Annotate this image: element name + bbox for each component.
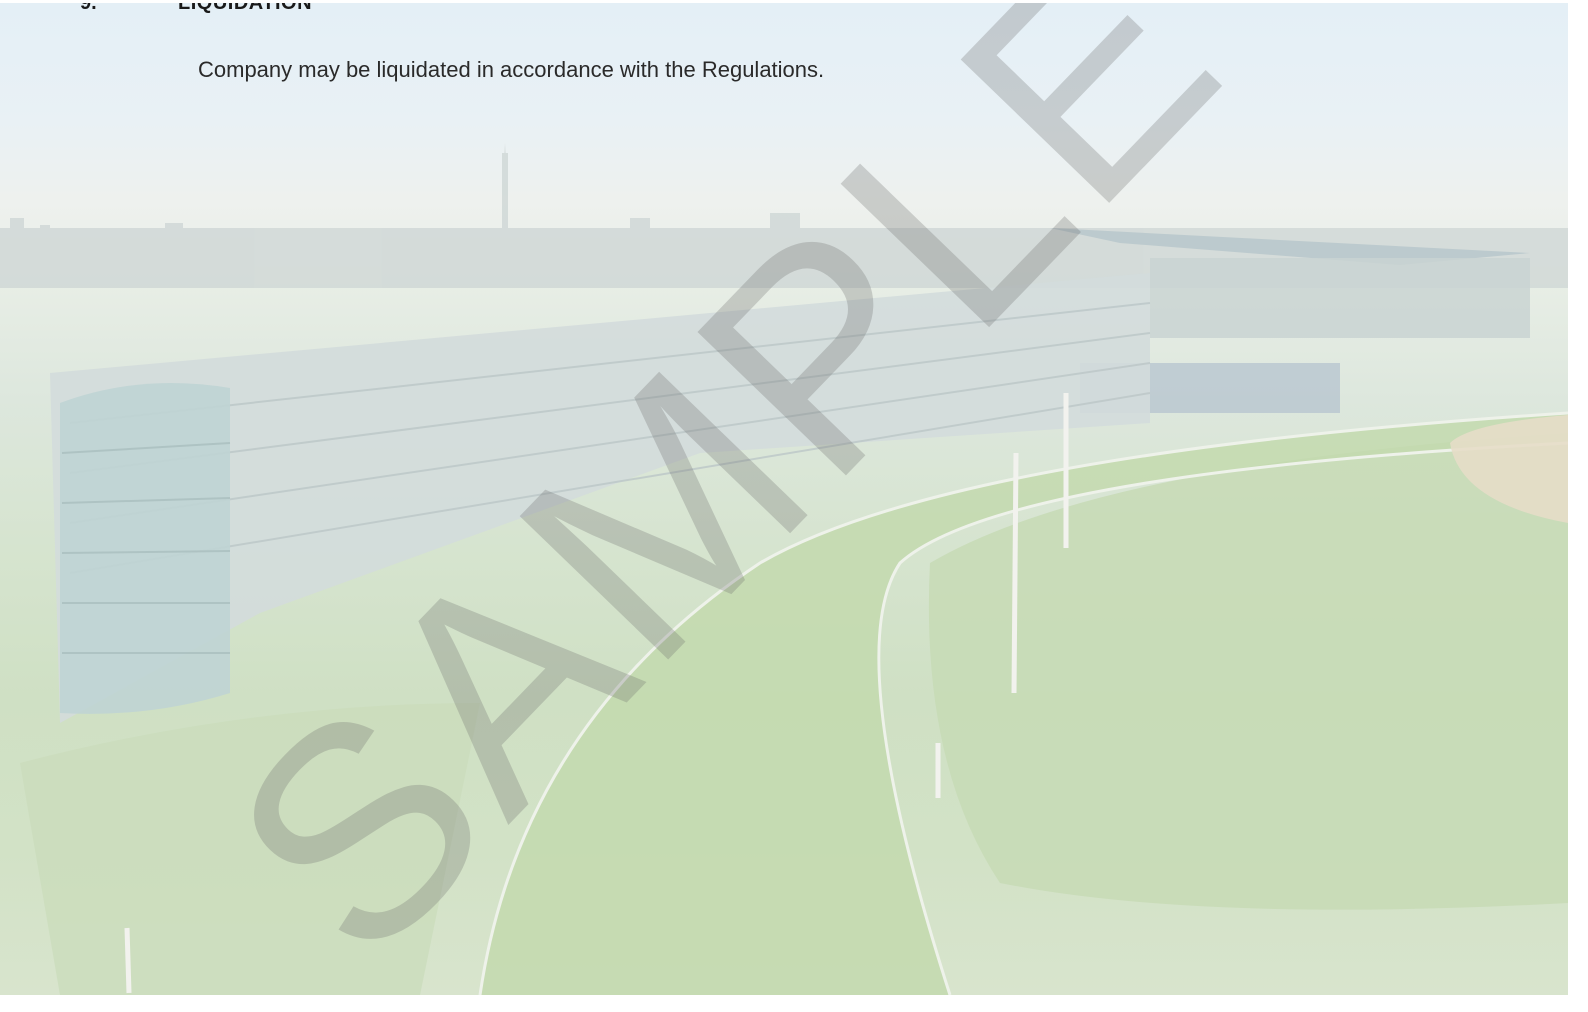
section-number: 9. <box>80 3 97 14</box>
document-page: 9. LIQUIDATION Company may be liquidated… <box>0 3 1568 995</box>
section-title: LIQUIDATION <box>178 3 313 14</box>
background-photo <box>0 143 1568 995</box>
section-heading: 9. LIQUIDATION <box>0 3 600 16</box>
section-body-text: Company may be liquidated in accordance … <box>198 57 825 82</box>
